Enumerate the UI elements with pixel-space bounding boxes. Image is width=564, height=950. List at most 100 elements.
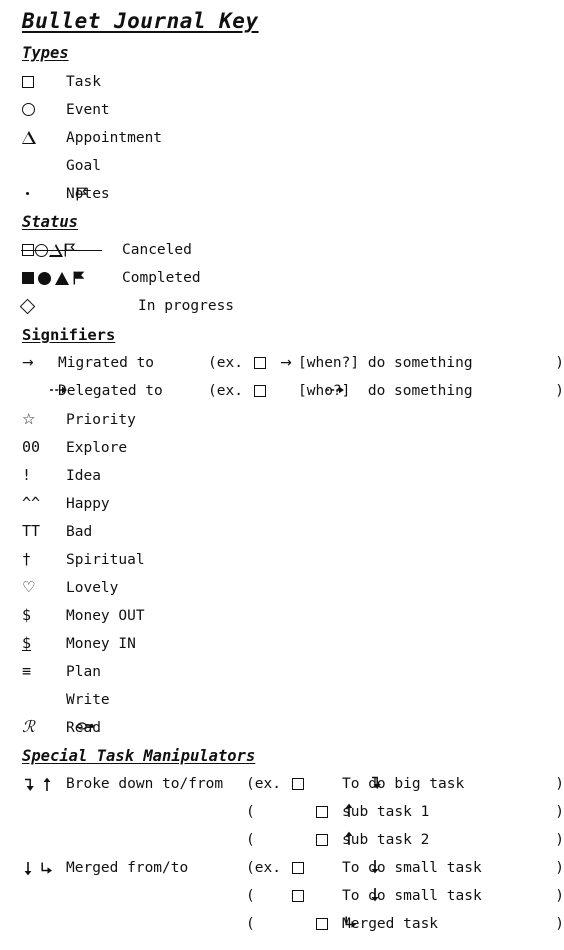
key-label: Completed: [122, 270, 201, 286]
break-down-arrows-icon: [22, 777, 66, 792]
key-label: Canceled: [122, 242, 192, 258]
square-outline-icon: [22, 67, 66, 95]
key-row-money-in: $ Money IN: [0, 629, 564, 657]
script-r-icon: ℛ: [22, 717, 35, 736]
tt-icon: TT: [22, 522, 41, 540]
section-heading-signifiers: Signifiers: [22, 326, 116, 344]
square-outline-icon: [254, 385, 274, 397]
example-text: To do small task: [342, 888, 482, 904]
key-label: Plan: [66, 664, 101, 680]
dashed-arrow-right-icon: [274, 367, 344, 415]
key-row-canceled: Canceled: [0, 236, 564, 264]
key-row-delegated-to: Delegated to (ex. [who?] do something ): [0, 377, 564, 405]
triple-bar-icon: ≡: [22, 662, 32, 680]
example-text: sub task 1: [342, 804, 430, 820]
key-label: Lovely: [66, 580, 119, 596]
key-label: Event: [66, 102, 110, 118]
key-label: Happy: [66, 496, 110, 512]
key-label: Priority: [66, 412, 136, 428]
struck-through-shapes-icon: [21, 240, 104, 260]
down-right-hook-arrow-icon: [292, 899, 356, 950]
key-row-sub-task-1: ( sub task 1 ): [0, 798, 564, 826]
key-row-appointment: Appointment: [0, 123, 564, 151]
down-right-hook-arrow-svg: [41, 862, 52, 874]
merge-arrows-icon: [22, 861, 66, 876]
key-row-completed: Completed: [0, 264, 564, 292]
down-hook-arrow-icon: [318, 759, 381, 810]
key-label: Task: [66, 74, 101, 90]
key-row-explore: 00 Explore: [0, 433, 564, 461]
key-row-task: Task: [0, 67, 564, 95]
example-close-paren: ): [555, 888, 564, 904]
key-label: Read: [66, 720, 101, 736]
heart-outline-icon: ♡: [22, 578, 36, 596]
example-open-paren: (: [246, 832, 255, 848]
key-label: Appointment: [66, 130, 163, 146]
circle-outline-icon: [22, 95, 66, 123]
key-row-merged: Merged from/to (ex. To do small task ): [0, 854, 564, 882]
key-row-happy: ^^ Happy: [0, 489, 564, 517]
star-outline-icon: ☆: [22, 410, 36, 428]
key-row-lovely: ♡ Lovely: [0, 573, 564, 601]
section-heading-types: Types: [22, 44, 69, 62]
key-row-in-progress: In progress: [0, 292, 564, 320]
key-row-idea: ! Idea: [0, 461, 564, 489]
key-label: Delegated to: [58, 383, 163, 399]
example-open-paren: (ex.: [208, 355, 243, 371]
example-close-paren: ): [555, 383, 564, 399]
key-row-read: ℛ Read: [0, 713, 564, 741]
example-text: sub task 2: [342, 832, 430, 848]
example-open-paren: (: [246, 888, 255, 904]
flag-filled-svg: [73, 271, 85, 285]
key-label: Spiritual: [66, 552, 145, 568]
key-row-goal: Goal: [0, 151, 564, 200]
dot-icon: [22, 179, 66, 207]
example-text: Merged task: [342, 916, 439, 932]
key-label: Merged from/to: [66, 860, 189, 876]
caret-caret-icon: ^^: [22, 494, 41, 512]
dagger-cross-icon: †: [22, 550, 32, 568]
key-label: Explore: [66, 440, 128, 456]
page-title: Bullet Journal Key: [22, 9, 259, 33]
example-open-paren: (ex.: [246, 860, 281, 876]
example-open-paren: (: [246, 804, 255, 820]
key-row-money-out: $ Money OUT: [0, 601, 564, 629]
square-outline-icon: [254, 357, 274, 369]
triangle-outline-icon: [22, 123, 66, 151]
key-row-merged-small-task-2: ( To do small task ): [0, 882, 564, 910]
key-label: Goal: [66, 158, 101, 174]
example-close-paren: ): [555, 860, 564, 876]
key-row-sub-task-2: ( sub task 2 ): [0, 826, 564, 854]
key-row-plan: ≡ Plan: [0, 657, 564, 685]
up-arrow-icon: [292, 815, 352, 866]
section-heading-special: Special Task Manipulators: [22, 747, 256, 765]
down-arrow-icon: [318, 871, 378, 922]
flag-outline-svg: [76, 187, 88, 200]
key-row-event: Event: [0, 95, 564, 123]
example-text: To do small task: [342, 860, 482, 876]
key-label: In progress: [138, 298, 235, 314]
section-heading-status: Status: [22, 213, 78, 231]
key-label: Write: [66, 692, 110, 708]
example-open-paren: (ex.: [208, 383, 243, 399]
example-text: [who?] do something: [298, 383, 473, 399]
down-hook-arrow-svg: [25, 778, 34, 791]
dollar-underlined-icon: $: [22, 634, 32, 652]
key-label: Money OUT: [66, 608, 145, 624]
key-label: Migrated to: [58, 355, 155, 371]
example-text: To do big task: [342, 776, 465, 792]
key-label: Bad: [66, 524, 93, 540]
example-close-paren: ): [555, 355, 564, 371]
example-close-paren: ): [555, 832, 564, 848]
key-row-merged-task: ( Merged task ): [0, 910, 564, 938]
example-close-paren: ): [555, 776, 564, 792]
key-row-broke-down: Broke down to/from (ex. To do big task ): [0, 770, 564, 798]
key-row-spiritual: † Spiritual: [0, 545, 564, 573]
down-arrow-svg: [24, 861, 32, 875]
dollar-icon: $: [22, 606, 32, 624]
example-open-paren: (: [246, 916, 255, 932]
square-outline-icon: [292, 862, 318, 874]
up-arrow-svg: [43, 777, 51, 791]
filled-shapes-icon: [22, 268, 104, 288]
square-outline-icon: [316, 806, 342, 818]
